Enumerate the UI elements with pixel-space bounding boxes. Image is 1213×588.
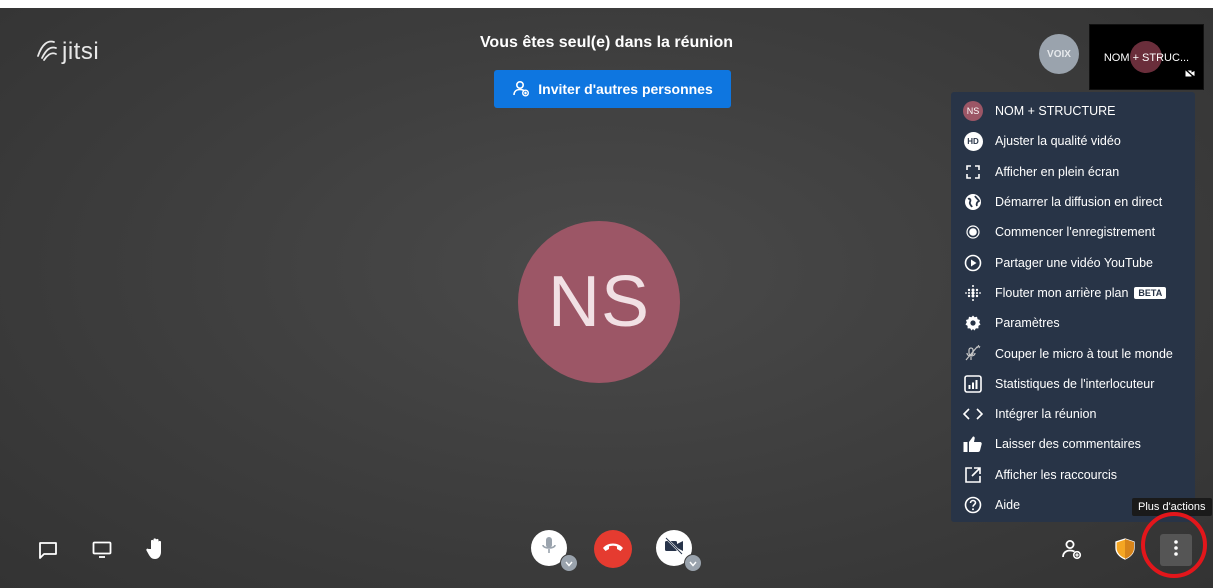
external-icon xyxy=(963,465,983,485)
globe-icon xyxy=(963,192,983,212)
participant-avatar: NS xyxy=(518,221,680,383)
menu-item-label: Ajuster la qualité vidéo xyxy=(995,134,1121,149)
invite-button[interactable]: Inviter d'autres personnes xyxy=(494,70,731,108)
add-person-icon xyxy=(1061,538,1083,565)
local-video-thumbnail[interactable]: NOM + STRUC... xyxy=(1089,24,1204,90)
menu-item-label: Statistiques de l'interlocuteur xyxy=(995,376,1155,391)
menu-item-fullscreen[interactable]: Afficher en plein écran xyxy=(951,157,1195,187)
camera-off-icon xyxy=(663,536,685,560)
chevron-down-icon xyxy=(689,554,697,572)
chat-icon xyxy=(38,541,58,564)
menu-item-label: Laisser des commentaires xyxy=(995,437,1141,452)
avatar-icon: NS xyxy=(963,101,983,122)
meeting-stage: jitsi Vous êtes seul(e) dans la réunion … xyxy=(0,8,1213,588)
play-icon xyxy=(963,253,983,273)
hangup-icon xyxy=(602,540,624,558)
menu-item-label: Aide xyxy=(995,498,1021,512)
menu-item-label: Partager une vidéo YouTube xyxy=(995,255,1153,270)
meeting-title: Vous êtes seul(e) dans la réunion xyxy=(479,34,734,51)
thumbnail-name: NOM + STRUC... xyxy=(1103,52,1190,64)
gear-icon xyxy=(963,313,983,333)
menu-item-video-quality[interactable]: HD Ajuster la qualité vidéo xyxy=(951,126,1195,156)
menu-item-feedback[interactable]: Laisser des commentaires xyxy=(951,429,1195,459)
share-screen-button[interactable] xyxy=(90,540,114,564)
raise-hand-icon xyxy=(145,537,167,566)
chevron-down-icon xyxy=(565,554,573,572)
bottom-toolbar xyxy=(0,518,1213,588)
menu-item-label: Couper le micro à tout le monde xyxy=(995,346,1173,361)
menu-item-blur[interactable]: Flouter mon arrière plan BETA xyxy=(951,278,1195,308)
chat-button[interactable] xyxy=(36,540,60,564)
blur-icon xyxy=(963,283,983,303)
highlight-ring xyxy=(1141,512,1207,578)
menu-item-profile[interactable]: NS NOM + STRUCTURE xyxy=(951,96,1195,126)
beta-badge: BETA xyxy=(1134,286,1167,299)
menu-item-label: NOM + STRUCTURE xyxy=(995,104,1116,119)
voix-avatar[interactable]: VOIX xyxy=(1039,34,1079,74)
stats-icon xyxy=(963,374,983,394)
embed-icon xyxy=(963,404,983,424)
menu-item-label: Démarrer la diffusion en direct xyxy=(995,195,1163,210)
hd-icon: HD xyxy=(963,131,983,151)
menu-item-label: Afficher en plein écran xyxy=(995,164,1120,179)
thumbs-up-icon xyxy=(963,434,983,454)
menu-item-settings[interactable]: Paramètres xyxy=(951,308,1195,338)
microphone-icon xyxy=(541,536,557,561)
menu-item-shortcuts[interactable]: Afficher les raccourcis xyxy=(951,460,1195,490)
menu-item-label: Commencer l'enregistrement xyxy=(995,225,1156,240)
invite-button-label: Inviter d'autres personnes xyxy=(538,81,713,97)
menu-item-youtube[interactable]: Partager une vidéo YouTube xyxy=(951,247,1195,277)
menu-item-label: Paramètres xyxy=(995,316,1060,331)
menu-item-embed[interactable]: Intégrer la réunion xyxy=(951,399,1195,429)
mute-all-icon xyxy=(963,344,983,364)
menu-item-label: Intégrer la réunion xyxy=(995,407,1097,422)
camera-off-icon xyxy=(1185,65,1195,83)
help-icon xyxy=(963,495,983,515)
add-person-icon xyxy=(512,79,530,100)
shield-icon xyxy=(1115,537,1135,565)
fullscreen-icon xyxy=(963,162,983,182)
hangup-button[interactable] xyxy=(594,530,632,568)
microphone-options-button[interactable] xyxy=(560,554,578,572)
screen-share-icon xyxy=(92,541,112,564)
camera-options-button[interactable] xyxy=(684,554,702,572)
menu-item-mute-all[interactable]: Couper le micro à tout le monde xyxy=(951,338,1195,368)
participants-button[interactable] xyxy=(1059,538,1085,564)
menu-item-record[interactable]: Commencer l'enregistrement xyxy=(951,217,1195,247)
security-button[interactable] xyxy=(1113,537,1137,565)
menu-item-label: Afficher les raccourcis xyxy=(995,467,1118,482)
menu-item-stats[interactable]: Statistiques de l'interlocuteur xyxy=(951,369,1195,399)
menu-item-label: Flouter mon arrière plan xyxy=(995,285,1129,300)
more-actions-menu: NS NOM + STRUCTURE HD Ajuster la qualité… xyxy=(951,92,1207,522)
record-icon xyxy=(963,222,983,242)
raise-hand-button[interactable] xyxy=(143,537,169,565)
menu-item-livestream[interactable]: Démarrer la diffusion en direct xyxy=(951,187,1195,217)
